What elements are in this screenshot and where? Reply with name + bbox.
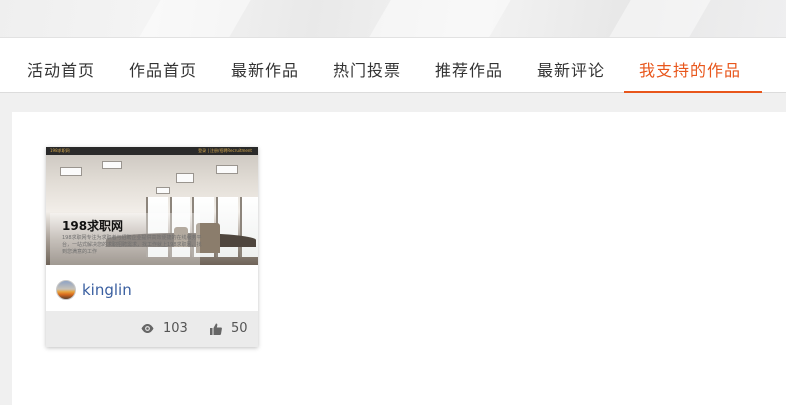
work-author: kinglin xyxy=(46,265,258,311)
likes-stat[interactable]: 50 xyxy=(210,321,248,336)
nav-my-supported[interactable]: 我支持的作品 xyxy=(639,38,741,93)
views-stat: 103 xyxy=(141,321,188,336)
main-nav: 活动首页 作品首页 最新作品 热门投票 推荐作品 最新评论 我支持的作品 xyxy=(0,37,786,93)
nav-latest-comments[interactable]: 最新评论 xyxy=(537,38,605,93)
views-count: 103 xyxy=(163,321,188,336)
active-tab-indicator xyxy=(624,91,762,93)
thumbnail-header-links: 登录 | 注册/招聘Recruitment xyxy=(198,148,252,153)
nav-activity-home[interactable]: 活动首页 xyxy=(27,38,95,93)
author-name-link[interactable]: kinglin xyxy=(82,281,132,299)
content-panel: 198求职网 登录 | 注册/招聘Recruitment 198求职网 198求… xyxy=(12,112,786,405)
likes-count: 50 xyxy=(231,321,248,336)
work-thumbnail[interactable]: 198求职网 登录 | 注册/招聘Recruitment 198求职网 198求… xyxy=(46,147,258,265)
thumbnail-description: 198求职网专注为求职者与招聘企业提供高效便捷的在线服务平台，一站式解决您的求职… xyxy=(62,235,202,255)
top-banner xyxy=(0,0,786,37)
eye-icon xyxy=(141,324,154,333)
nav-recommended[interactable]: 推荐作品 xyxy=(435,38,503,93)
avatar[interactable] xyxy=(56,280,76,300)
thumbnail-header-logo: 198求职网 xyxy=(50,148,70,153)
nav-works-home[interactable]: 作品首页 xyxy=(129,38,197,93)
thumbnail-title: 198求职网 xyxy=(62,219,124,233)
nav-hot-votes[interactable]: 热门投票 xyxy=(333,38,401,93)
thumbs-up-icon[interactable] xyxy=(210,323,222,335)
work-stats: 103 50 xyxy=(46,311,258,347)
nav-latest-works[interactable]: 最新作品 xyxy=(231,38,299,93)
work-card[interactable]: 198求职网 登录 | 注册/招聘Recruitment 198求职网 198求… xyxy=(46,147,258,347)
